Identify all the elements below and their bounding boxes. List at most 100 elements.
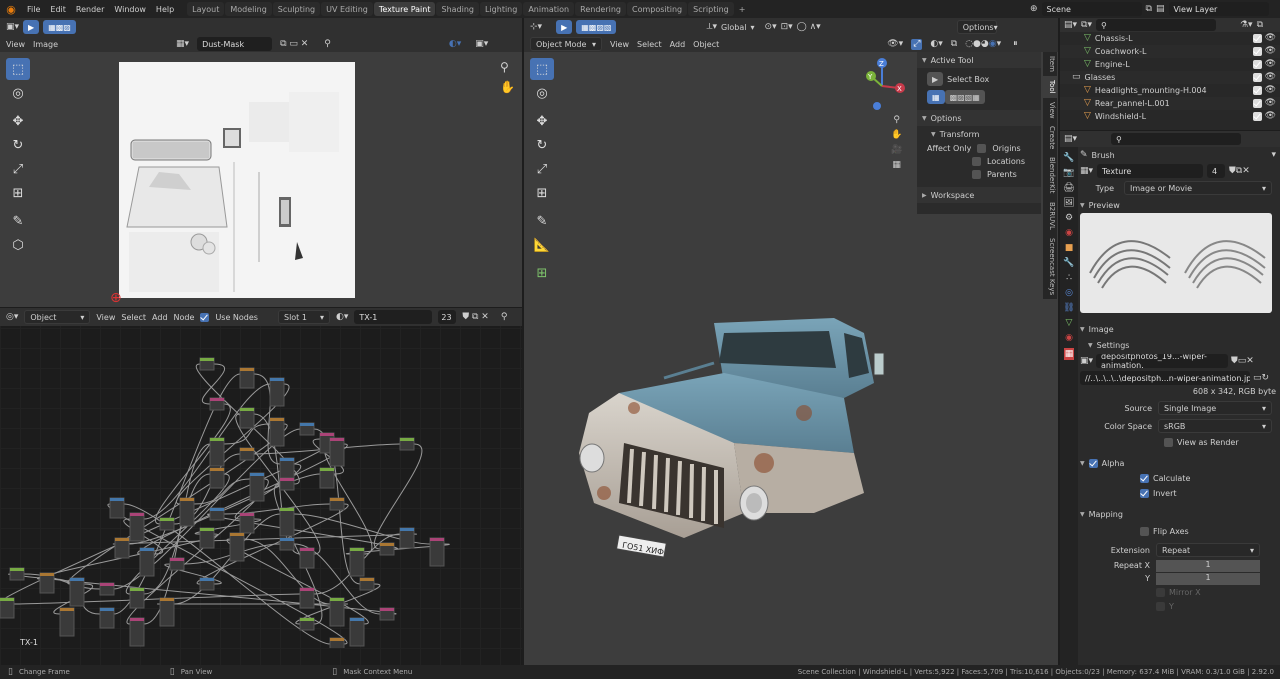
- mapping-label[interactable]: Mapping: [1089, 510, 1123, 519]
- select-tool-icon[interactable]: ⬚: [6, 58, 30, 80]
- node-menu-view[interactable]: View: [96, 313, 115, 322]
- slot-dropdown[interactable]: Slot 1 ▾: [277, 310, 330, 324]
- scene-selector[interactable]: Scene: [1041, 2, 1142, 16]
- add-workspace-button[interactable]: +: [734, 2, 751, 16]
- properties-type-icon[interactable]: ▤▾: [1064, 134, 1077, 144]
- outliner-item[interactable]: ▽ Coachwork-L 👁: [1060, 45, 1280, 58]
- menu-help[interactable]: Help: [151, 2, 179, 16]
- xray-icon[interactable]: ⧉: [951, 39, 957, 49]
- visibility-checkbox[interactable]: [1253, 112, 1262, 121]
- workspace-tab-shading[interactable]: Shading: [436, 2, 479, 16]
- visibility-checkbox[interactable]: [1253, 47, 1262, 56]
- rotate-tool-icon[interactable]: ↻: [6, 134, 30, 156]
- outliner-item[interactable]: ▽ Engine-L 👁: [1060, 58, 1280, 71]
- vp-rotate-tool-icon[interactable]: ↻: [530, 134, 554, 156]
- outliner-item[interactable]: ▽ Windshield-L 👁: [1060, 110, 1280, 123]
- world-tab-icon[interactable]: ◉: [1065, 228, 1073, 238]
- visibility-icon[interactable]: 👁▾: [887, 39, 903, 49]
- sidebar-tab-create[interactable]: Create: [1043, 122, 1057, 153]
- vp-transform-tool-icon[interactable]: ⊞: [530, 182, 554, 204]
- sidebar-tab-blenderkit[interactable]: BlenderKit: [1043, 153, 1057, 197]
- scene-tab-icon[interactable]: ⚙: [1065, 213, 1073, 223]
- node-menu-add[interactable]: Add: [152, 313, 168, 322]
- material-actions-icon[interactable]: ⛊ ⧉ ✕: [462, 312, 488, 322]
- modifier-tab-icon[interactable]: 🔧: [1063, 258, 1074, 268]
- eye-icon[interactable]: 👁: [1265, 47, 1276, 56]
- vp-measure-tool-icon[interactable]: 📐: [530, 234, 554, 256]
- shader-node[interactable]: [329, 437, 345, 467]
- image-section-label[interactable]: Image: [1089, 325, 1114, 334]
- navigation-gizmo[interactable]: Z X Y: [859, 56, 909, 116]
- overlay-icon[interactable]: ◐▾: [449, 39, 461, 49]
- vp-menu-view[interactable]: View: [610, 40, 629, 49]
- transform-orientation[interactable]: Global: [721, 23, 747, 32]
- workspace-title[interactable]: Workspace: [931, 191, 975, 200]
- shader-node[interactable]: [179, 497, 195, 527]
- type-dropdown[interactable]: Image or Movie ▾: [1124, 181, 1272, 195]
- node-graph[interactable]: [0, 348, 522, 648]
- visibility-checkbox[interactable]: [1253, 86, 1262, 95]
- overlay-vp-icon[interactable]: ◐▾: [930, 39, 942, 49]
- gizmo-icon[interactable]: ⤢: [911, 38, 923, 50]
- sidebar-tab-item[interactable]: Item: [1043, 52, 1057, 76]
- settings-section-label[interactable]: Settings: [1097, 341, 1130, 350]
- vp-tool-mode-button[interactable]: ▶: [556, 20, 573, 34]
- display-mode-icon[interactable]: ⧉▾: [1081, 20, 1092, 30]
- shader-node[interactable]: [329, 597, 345, 627]
- snap-icon[interactable]: ⊡▾: [781, 22, 793, 32]
- shader-node[interactable]: [59, 607, 75, 637]
- select-box-icon[interactable]: ▶: [927, 72, 944, 86]
- shader-node[interactable]: [129, 512, 145, 542]
- pause-icon[interactable]: ⏸: [1013, 39, 1018, 49]
- vp-scale-tool-icon[interactable]: ⤢: [530, 158, 554, 180]
- workspace-tab-rendering[interactable]: Rendering: [575, 2, 626, 16]
- material-tab-icon[interactable]: ◉: [1065, 333, 1073, 343]
- vp-menu-select[interactable]: Select: [637, 40, 662, 49]
- menu-file[interactable]: File: [22, 2, 45, 16]
- image-browse-icon[interactable]: ▦▾: [176, 39, 189, 49]
- selection-mode-buttons[interactable]: ▦▩▨: [43, 20, 76, 34]
- options-dropdown[interactable]: Options ▾: [956, 20, 998, 34]
- annotate-tool-icon[interactable]: ✎: [6, 210, 30, 232]
- shader-node[interactable]: [159, 597, 175, 627]
- menu-view[interactable]: View: [6, 40, 25, 49]
- shader-node[interactable]: [269, 417, 285, 447]
- workspace-tab-uv-editing[interactable]: UV Editing: [321, 2, 373, 16]
- source-dropdown[interactable]: Single Image ▾: [1158, 401, 1272, 415]
- workspace-tab-animation[interactable]: Animation: [523, 2, 575, 16]
- pin-icon[interactable]: ⚲: [324, 39, 331, 49]
- sidebar-tab-view[interactable]: View: [1043, 98, 1057, 123]
- outliner-type-icon[interactable]: ▤▾: [1064, 20, 1077, 30]
- mirror-x-checkbox[interactable]: [1156, 587, 1165, 597]
- constraints-tab-icon[interactable]: ⛓: [1063, 303, 1074, 313]
- workspace-tab-sculpting[interactable]: Sculpting: [272, 2, 321, 16]
- editor-type-icon[interactable]: ▣▾: [6, 22, 19, 32]
- shader-node[interactable]: [209, 437, 225, 467]
- sidebar-tab-b2ruvl[interactable]: B2RUVL: [1043, 198, 1057, 234]
- pivot-icon[interactable]: ⊙▾: [765, 22, 777, 32]
- particles-tab-icon[interactable]: ∴: [1066, 273, 1072, 283]
- outliner-item[interactable]: ▽ Chassis-L 👁: [1060, 32, 1280, 45]
- outliner-item[interactable]: ▽ Rear_pannel-L.001 👁: [1060, 97, 1280, 110]
- image-name-field[interactable]: Dust-Mask: [197, 37, 273, 51]
- eye-icon[interactable]: 👁: [1265, 34, 1276, 43]
- file-browse-icon[interactable]: ▭↻: [1253, 373, 1269, 383]
- tool-tab-icon[interactable]: 🔧: [1063, 153, 1074, 163]
- blender-logo-icon[interactable]: ◉: [0, 4, 22, 15]
- origins-checkbox[interactable]: [977, 144, 987, 153]
- active-tool-title[interactable]: Active Tool: [931, 56, 974, 65]
- preview-label[interactable]: Preview: [1089, 201, 1120, 210]
- sidebar-tab-screencast-keys[interactable]: Screencast Keys: [1043, 234, 1057, 299]
- workspace-tab-layout[interactable]: Layout: [187, 2, 225, 16]
- color-space-dropdown[interactable]: sRGB ▾: [1158, 419, 1272, 433]
- workspace-tab-scripting[interactable]: Scripting: [688, 2, 734, 16]
- workspace-tab-modeling[interactable]: Modeling: [225, 2, 272, 16]
- vp-move-tool-icon[interactable]: ✥: [530, 110, 554, 132]
- filepath-field[interactable]: //..\..\..\..\depositph...n-wiper-animat…: [1080, 371, 1250, 385]
- properties-search[interactable]: ⚲: [1111, 133, 1242, 145]
- shader-node[interactable]: [69, 577, 85, 607]
- texture-name-field[interactable]: Texture: [1097, 164, 1204, 178]
- transform-tool-icon[interactable]: ⊞: [6, 182, 30, 204]
- visibility-checkbox[interactable]: [1253, 73, 1262, 82]
- shader-node[interactable]: [229, 532, 245, 562]
